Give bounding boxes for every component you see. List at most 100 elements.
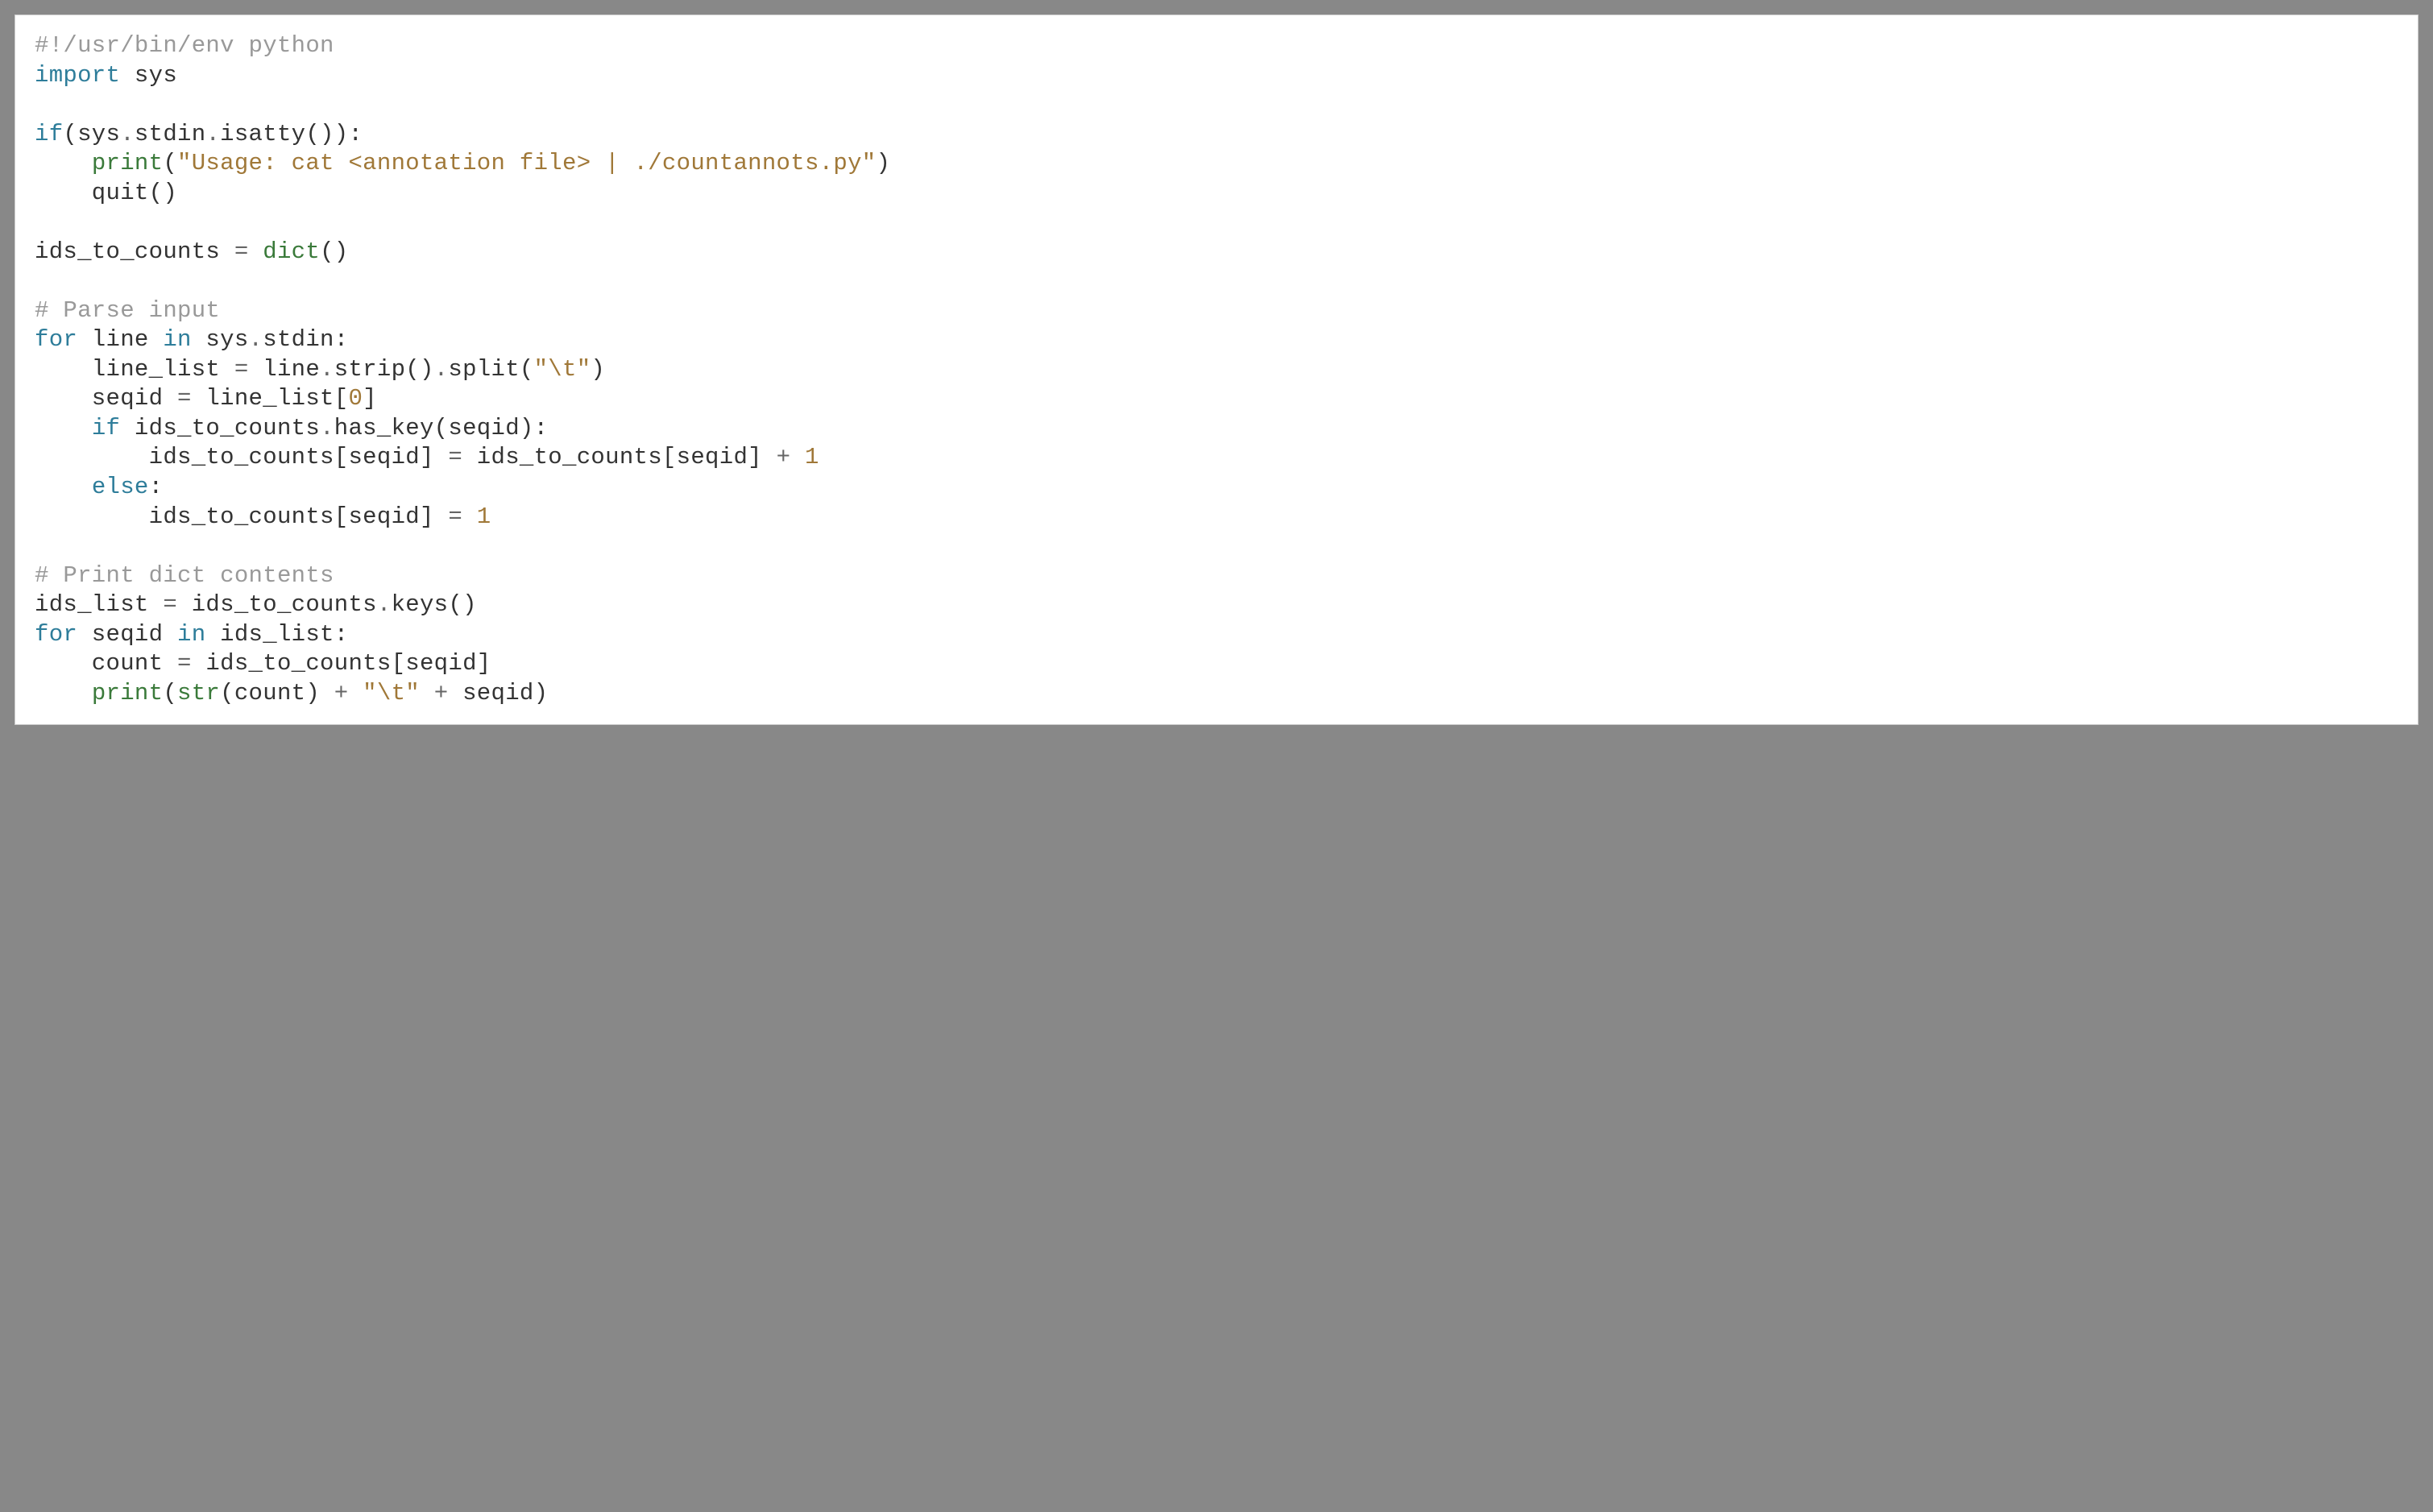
code-token-default: stdin	[135, 121, 206, 147]
code-token-string: "\t"	[363, 680, 420, 706]
code-token-default: ]	[363, 385, 377, 412]
code-token-default: isatty()):	[220, 121, 363, 147]
code-token-default	[348, 680, 363, 706]
code-token-builtin: print	[92, 680, 164, 706]
code-token-builtin: dict	[263, 238, 320, 265]
code-line: if ids_to_counts.has_key(seqid):	[35, 414, 2398, 444]
code-token-operator: .	[320, 356, 334, 383]
code-token-operator: =	[448, 503, 462, 530]
code-token-number: 0	[348, 385, 363, 412]
code-token-keyword: in	[177, 621, 205, 648]
code-token-comment: #!/usr/bin/env python	[35, 32, 334, 59]
code-token-operator: =	[448, 444, 462, 470]
code-token-default	[35, 415, 92, 441]
code-token-builtin: print	[92, 150, 164, 176]
code-token-default: has_key(seqid):	[334, 415, 549, 441]
code-token-keyword: in	[163, 326, 191, 353]
code-token-default: ids_to_counts	[120, 415, 320, 441]
code-line: print("Usage: cat <annotation file> | ./…	[35, 149, 2398, 179]
code-token-default: keys()	[392, 591, 477, 618]
code-token-default: ids_to_counts[seqid]	[35, 444, 448, 470]
code-line	[35, 532, 2398, 561]
code-line: else:	[35, 473, 2398, 503]
code-token-default: :	[149, 474, 164, 500]
code-line: quit()	[35, 179, 2398, 209]
code-token-keyword: if	[35, 121, 63, 147]
code-token-operator: .	[320, 415, 334, 441]
code-token-operator: .	[120, 121, 135, 147]
code-token-operator: +	[777, 444, 791, 470]
code-token-paren: (sys	[63, 121, 120, 147]
code-token-builtin: str	[177, 680, 220, 706]
code-line: #!/usr/bin/env python	[35, 31, 2398, 61]
code-token-default: ids_to_counts[seqid]	[35, 503, 448, 530]
code-token-paren: ()	[320, 238, 348, 265]
code-token-default	[35, 680, 92, 706]
code-token-default: stdin:	[263, 326, 348, 353]
code-token-operator: +	[334, 680, 349, 706]
code-line: print(str(count) + "\t" + seqid)	[35, 679, 2398, 709]
code-line: ids_to_counts[seqid] = 1	[35, 503, 2398, 532]
code-line: # Parse input	[35, 296, 2398, 326]
code-token-number: 1	[477, 503, 491, 530]
code-line: seqid = line_list[0]	[35, 384, 2398, 414]
code-line: line_list = line.strip().split("\t")	[35, 355, 2398, 385]
code-token-default: ids_to_counts[seqid]	[192, 650, 491, 677]
code-line	[35, 90, 2398, 120]
code-token-paren: (	[163, 680, 177, 706]
code-token-default: split(	[448, 356, 533, 383]
code-line: import sys	[35, 61, 2398, 91]
code-token-paren: (	[163, 150, 177, 176]
code-token-operator: .	[377, 591, 392, 618]
code-token-default: count	[35, 650, 177, 677]
code-token-operator: =	[177, 385, 192, 412]
code-token-operator: .	[249, 326, 263, 353]
code-token-default: sys	[120, 62, 177, 89]
code-token-comment: # Print dict contents	[35, 562, 334, 589]
code-token-default: quit()	[35, 180, 177, 206]
code-line: ids_list = ids_to_counts.keys()	[35, 590, 2398, 620]
code-line: count = ids_to_counts[seqid]	[35, 649, 2398, 679]
code-token-default: sys	[192, 326, 249, 353]
code-token-default: line	[249, 356, 321, 383]
code-token-default: seqid)	[448, 680, 548, 706]
code-token-default	[420, 680, 434, 706]
code-token-keyword: for	[35, 326, 77, 353]
code-token-paren: )	[591, 356, 605, 383]
code-block: #!/usr/bin/env pythonimport sys if(sys.s…	[15, 14, 2418, 725]
code-token-comment: # Parse input	[35, 297, 220, 324]
code-token-string: "\t"	[534, 356, 591, 383]
code-token-operator: =	[234, 356, 249, 383]
code-token-default: seqid	[35, 385, 177, 412]
code-token-number: 1	[805, 444, 819, 470]
code-token-default	[35, 474, 92, 500]
code-token-default: ids_to_counts	[35, 238, 234, 265]
code-token-default: ids_to_counts	[177, 591, 377, 618]
code-token-default: line_list[	[192, 385, 349, 412]
code-line	[35, 208, 2398, 238]
code-line: ids_to_counts[seqid] = ids_to_counts[seq…	[35, 443, 2398, 473]
code-token-default	[462, 503, 477, 530]
code-token-operator: .	[434, 356, 449, 383]
code-token-operator: =	[234, 238, 249, 265]
code-token-operator: .	[205, 121, 220, 147]
code-token-operator: +	[434, 680, 449, 706]
code-token-string: "Usage: cat <annotation file> | ./counta…	[177, 150, 876, 176]
code-line: ids_to_counts = dict()	[35, 238, 2398, 267]
code-line: for seqid in ids_list:	[35, 620, 2398, 650]
code-line: # Print dict contents	[35, 561, 2398, 591]
code-token-default: line_list	[35, 356, 234, 383]
code-token-operator: =	[163, 591, 177, 618]
code-line: for line in sys.stdin:	[35, 325, 2398, 355]
code-token-default	[790, 444, 805, 470]
code-token-default: strip()	[334, 356, 434, 383]
code-line	[35, 267, 2398, 296]
code-token-default: seqid	[77, 621, 177, 648]
code-line: if(sys.stdin.isatty()):	[35, 120, 2398, 150]
code-token-default	[249, 238, 263, 265]
code-token-keyword: if	[92, 415, 120, 441]
code-token-default: ids_list:	[205, 621, 348, 648]
code-token-paren: )	[876, 150, 890, 176]
code-token-operator: =	[177, 650, 192, 677]
code-token-keyword: else	[92, 474, 149, 500]
